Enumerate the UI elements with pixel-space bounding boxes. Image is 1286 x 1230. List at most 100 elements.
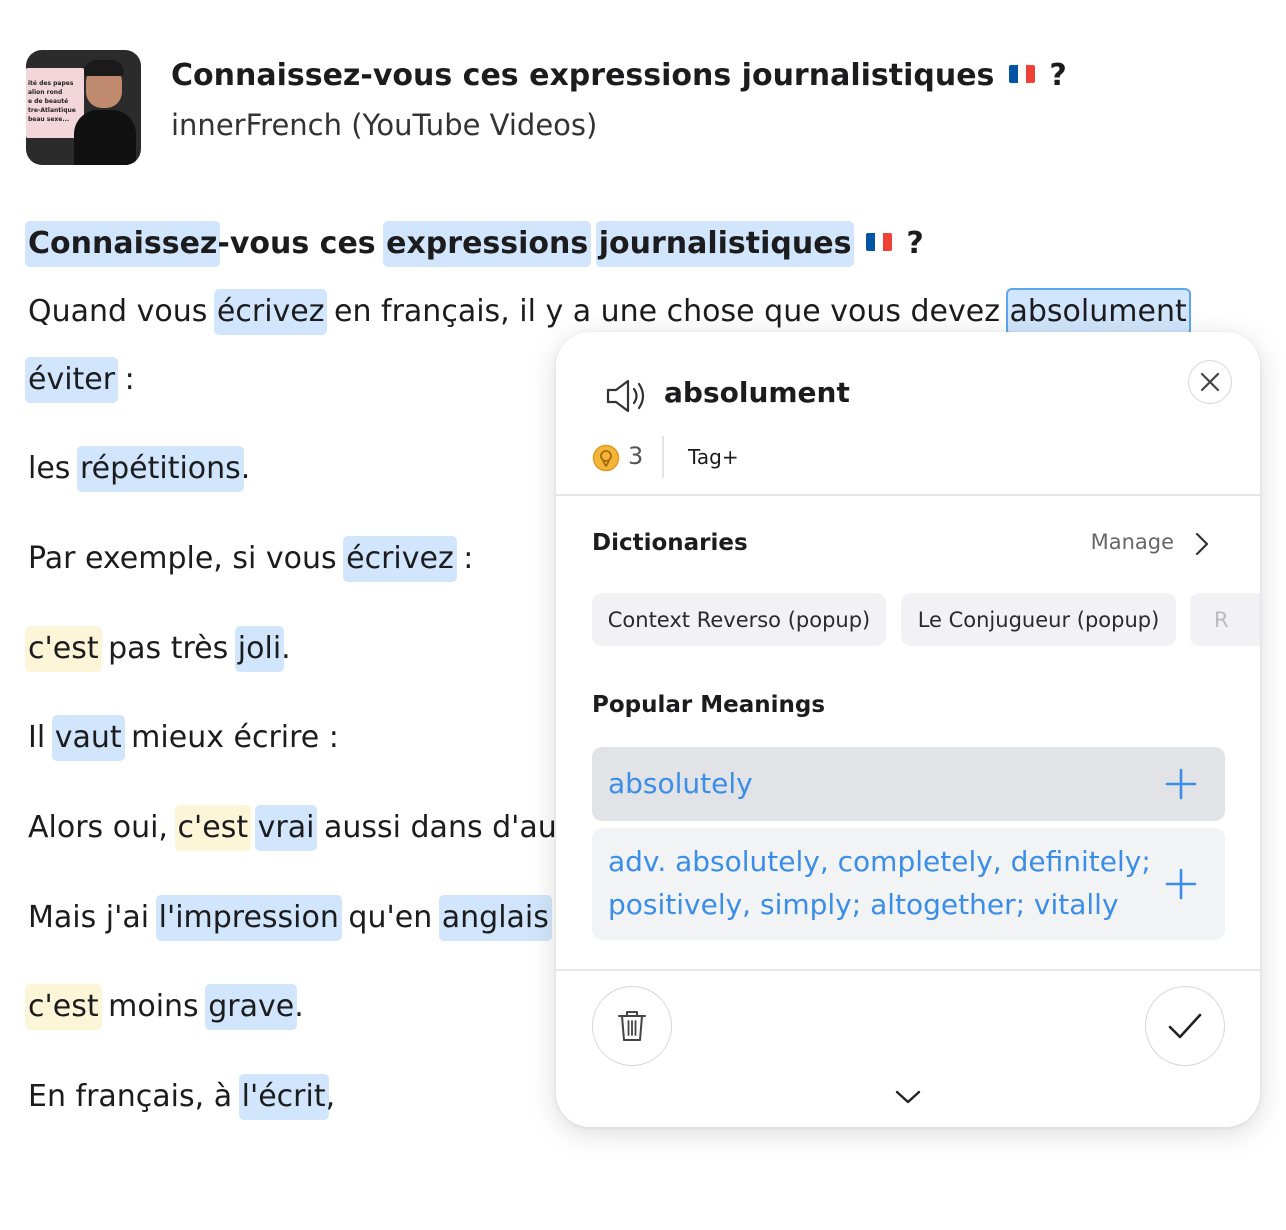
text-segment: les bbox=[28, 451, 80, 486]
dictionaries-heading: Dictionaries bbox=[592, 530, 748, 556]
text-segment: . bbox=[240, 451, 251, 486]
text-segment: moins bbox=[98, 989, 209, 1024]
text-line: c'est moins grave. bbox=[25, 984, 304, 1030]
word-journalistiques[interactable]: journalistiques bbox=[595, 221, 855, 267]
close-icon bbox=[1200, 372, 1220, 392]
thumbnail-text-4: tre-Atlantique bbox=[28, 107, 76, 114]
word-eviter[interactable]: éviter bbox=[25, 357, 119, 403]
checkmark-icon bbox=[1168, 1013, 1202, 1039]
text-segment: Mais j'ai bbox=[28, 900, 159, 935]
text-segment: En français, à bbox=[28, 1079, 242, 1114]
text-line: éviter : bbox=[25, 357, 135, 403]
meaning-text: absolutely bbox=[608, 767, 753, 800]
text-segment: Il bbox=[28, 720, 55, 755]
divider bbox=[556, 494, 1260, 496]
trash-icon bbox=[618, 1011, 646, 1041]
plus-icon[interactable] bbox=[1165, 768, 1197, 800]
text-line: c'est pas très joli. bbox=[25, 626, 291, 672]
french-flag-icon bbox=[865, 232, 892, 251]
word-count: 3 bbox=[628, 442, 644, 470]
text-segment: mieux écrire : bbox=[121, 720, 339, 755]
word-joli[interactable]: joli bbox=[234, 626, 285, 672]
manage-link[interactable]: Manage bbox=[1091, 530, 1174, 554]
text-segment: qu'en bbox=[338, 900, 442, 935]
word-expressions[interactable]: expressions bbox=[383, 221, 592, 267]
text-line: Il vaut mieux écrire : bbox=[28, 715, 339, 761]
word-limpression[interactable]: l'impression bbox=[155, 895, 342, 941]
popup-word: absolument bbox=[664, 376, 850, 409]
plus-icon[interactable] bbox=[1165, 868, 1197, 900]
meaning-item-selected[interactable]: absolutely bbox=[592, 747, 1225, 821]
video-thumbnail[interactable]: ité des papes alion rond e de beauté tre… bbox=[26, 50, 141, 165]
word-vrai[interactable]: vrai bbox=[254, 805, 318, 851]
flag-white bbox=[874, 232, 884, 251]
text-segment: . bbox=[294, 989, 304, 1024]
thumbnail-text-3: e de beauté bbox=[28, 98, 69, 105]
popular-meanings-heading: Popular Meanings bbox=[592, 692, 826, 718]
text-line: Quand vous écrivez en français, il y a u… bbox=[28, 288, 1191, 336]
divider bbox=[662, 436, 664, 478]
meaning-text-line-1: adv. absolutely, completely, definitely; bbox=[608, 845, 1151, 878]
word-lecrit[interactable]: l'écrit bbox=[238, 1074, 329, 1120]
text-segment: : bbox=[453, 541, 474, 576]
confirm-button[interactable] bbox=[1145, 986, 1225, 1066]
text-segment: en français, il y a une chose que vous d… bbox=[324, 294, 1010, 329]
word-repetitions[interactable]: répétitions bbox=[76, 446, 244, 492]
flag-red bbox=[883, 232, 892, 251]
text-segment: . bbox=[281, 631, 291, 666]
video-header: ité des papes alion rond e de beauté tre… bbox=[26, 50, 1266, 168]
thumbnail-text-2: alion rond bbox=[28, 89, 63, 96]
divider bbox=[556, 969, 1260, 971]
video-source: innerFrench (YouTube Videos) bbox=[171, 108, 598, 142]
coin-icon bbox=[592, 444, 620, 472]
text-segment: Quand vous bbox=[28, 294, 217, 329]
delete-button[interactable] bbox=[592, 986, 672, 1066]
video-title-text: Connaissez-vous ces expressions journali… bbox=[171, 58, 995, 93]
thumbnail-text-1: ité des papes bbox=[28, 80, 74, 87]
chevron-right-icon[interactable] bbox=[1194, 530, 1210, 558]
tag-button[interactable]: Tag+ bbox=[688, 445, 739, 469]
phrase-cest[interactable]: c'est bbox=[174, 805, 252, 851]
chevron-down-icon[interactable] bbox=[894, 1088, 922, 1106]
phrase-cest[interactable]: c'est bbox=[25, 984, 102, 1030]
text-line: Alors oui, c'est vrai aussi dans d'au bbox=[28, 805, 557, 851]
thumbnail-text-5: beau sexe... bbox=[28, 116, 70, 123]
dictionary-chip[interactable]: R bbox=[1190, 593, 1260, 646]
text-line: Par exemple, si vous écrivez : bbox=[28, 536, 473, 582]
flag-blue bbox=[1008, 64, 1018, 83]
video-title[interactable]: Connaissez-vous ces expressions journali… bbox=[171, 58, 1067, 93]
text-line: les répétitions. bbox=[28, 446, 250, 492]
text-segment: Alors oui, bbox=[28, 810, 178, 845]
text-segment: : bbox=[115, 362, 135, 397]
french-flag-icon bbox=[1008, 64, 1035, 83]
text-line: Mais j'ai l'impression qu'en anglais bbox=[28, 895, 552, 941]
phrase-cest[interactable]: c'est bbox=[25, 626, 102, 672]
text-segment: pas très bbox=[98, 631, 238, 666]
word-connaissez[interactable]: Connaissez bbox=[25, 221, 221, 267]
word-ecrivez[interactable]: écrivez bbox=[343, 536, 457, 582]
dictionary-chip[interactable]: Le Conjugueur (popup) bbox=[901, 593, 1176, 646]
flag-blue bbox=[865, 232, 875, 251]
text-segment: -vous ces bbox=[217, 226, 387, 261]
dictionary-chip[interactable]: Context Reverso (popup) bbox=[592, 593, 886, 646]
flag-white bbox=[1017, 64, 1027, 83]
thumbnail-person-hair bbox=[84, 60, 124, 76]
word-vaut[interactable]: vaut bbox=[51, 715, 125, 761]
close-button[interactable] bbox=[1188, 360, 1232, 404]
word-popup: absolument 3 Tag+ Dictionaries Manage Co… bbox=[556, 332, 1260, 1127]
text-segment: aussi dans d'au bbox=[314, 810, 557, 845]
word-anglais[interactable]: anglais bbox=[438, 895, 552, 941]
word-absolument-selected[interactable]: absolument bbox=[1005, 288, 1191, 336]
text-segment: , bbox=[325, 1079, 336, 1114]
word-grave[interactable]: grave bbox=[205, 984, 298, 1030]
flag-red bbox=[1026, 64, 1035, 83]
speaker-icon[interactable] bbox=[604, 376, 650, 416]
text-segment: Par exemple, si vous bbox=[28, 541, 347, 576]
text-line-title: Connaissez-vous ces expressions journali… bbox=[25, 221, 924, 267]
word-ecrivez[interactable]: écrivez bbox=[213, 289, 328, 335]
video-title-suffix: ? bbox=[1049, 58, 1067, 93]
meaning-item[interactable]: adv. absolutely, completely, definitely;… bbox=[592, 828, 1225, 940]
thumbnail-person-body bbox=[74, 110, 136, 165]
text-segment: ? bbox=[906, 226, 924, 261]
meaning-text-line-2: positively, simply; altogether; vitally bbox=[608, 888, 1119, 921]
